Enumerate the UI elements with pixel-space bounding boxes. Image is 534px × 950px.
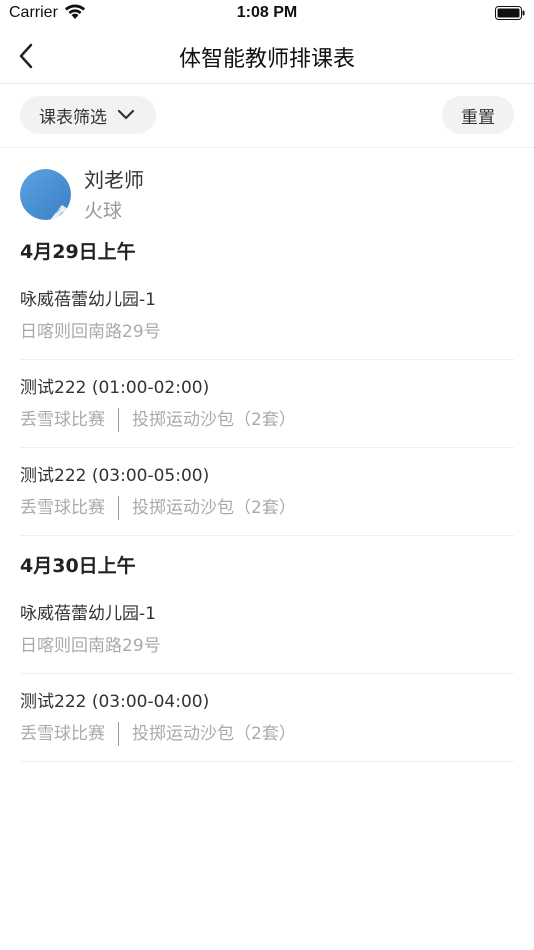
schedule-entry[interactable]: 测试222 (03:00-05:00) 丢雪球比赛 投掷运动沙包（2套） [20, 448, 514, 536]
schedule-filter-button[interactable]: 课表筛选 [20, 96, 156, 134]
filter-row: 课表筛选 重置 [0, 84, 534, 148]
entry-equipment: 投掷运动沙包（2套） [132, 724, 296, 744]
schedule-entry[interactable]: 咏威蓓蕾幼儿园-1 日喀则回南路29号 [20, 272, 514, 360]
entry-title: 咏威蓓蕾幼儿园-1 [20, 290, 156, 310]
entry-title: 测试222 (01:00-02:00) [20, 378, 210, 398]
separator [118, 496, 119, 520]
entry-details: 丢雪球比赛 投掷运动沙包（2套） [20, 404, 514, 436]
entry-equipment: 投掷运动沙包（2套） [132, 498, 296, 518]
teacher-subject: 火球 [84, 200, 123, 222]
entry-details: 丢雪球比赛 投掷运动沙包（2套） [20, 492, 514, 524]
entry-address: 日喀则回南路29号 [20, 322, 161, 342]
separator [118, 722, 119, 746]
separator [118, 408, 119, 432]
entry-title: 咏威蓓蕾幼儿园-1 [20, 604, 156, 624]
reset-button[interactable]: 重置 [442, 96, 514, 134]
battery-icon [495, 6, 525, 20]
chevron-down-icon [117, 109, 135, 120]
teacher-card: 刘老师 火球 [20, 160, 514, 224]
teacher-name: 刘老师 [84, 168, 144, 192]
filter-button-label: 课表筛选 [39, 107, 107, 128]
schedule-entry[interactable]: 测试222 (01:00-02:00) 丢雪球比赛 投掷运动沙包（2套） [20, 360, 514, 448]
schedule-entry[interactable]: 测试222 (03:00-04:00) 丢雪球比赛 投掷运动沙包（2套） [20, 674, 514, 762]
avatar-image [20, 169, 71, 220]
navigation-bar: 体智能教师排课表 [0, 28, 534, 84]
entry-details: 丢雪球比赛 投掷运动沙包（2套） [20, 718, 514, 750]
entry-activity: 丢雪球比赛 [20, 724, 105, 744]
schedule-list: 4月29日上午 咏威蓓蕾幼儿园-1 日喀则回南路29号 测试222 (01:00… [20, 232, 514, 762]
entry-activity: 丢雪球比赛 [20, 498, 105, 518]
day-heading: 4月29日上午 [20, 241, 136, 263]
schedule-entry[interactable]: 咏威蓓蕾幼儿园-1 日喀则回南路29号 [20, 586, 514, 674]
day-heading: 4月30日上午 [20, 555, 136, 577]
entry-title: 测试222 (03:00-05:00) [20, 466, 210, 486]
entry-activity: 丢雪球比赛 [20, 410, 105, 430]
entry-title: 测试222 (03:00-04:00) [20, 692, 210, 712]
status-time: 1:08 PM [236, 4, 298, 21]
day-block: 4月29日上午 咏威蓓蕾幼儿园-1 日喀则回南路29号 测试222 (01:00… [20, 232, 514, 536]
status-bar: Carrier 1:08 PM [0, 0, 534, 28]
entry-equipment: 投掷运动沙包（2套） [132, 410, 296, 430]
day-block: 4月30日上午 咏威蓓蕾幼儿园-1 日喀则回南路29号 测试222 (03:00… [20, 546, 514, 762]
entry-address: 日喀则回南路29号 [20, 636, 161, 656]
page-title: 体智能教师排课表 [178, 47, 355, 72]
